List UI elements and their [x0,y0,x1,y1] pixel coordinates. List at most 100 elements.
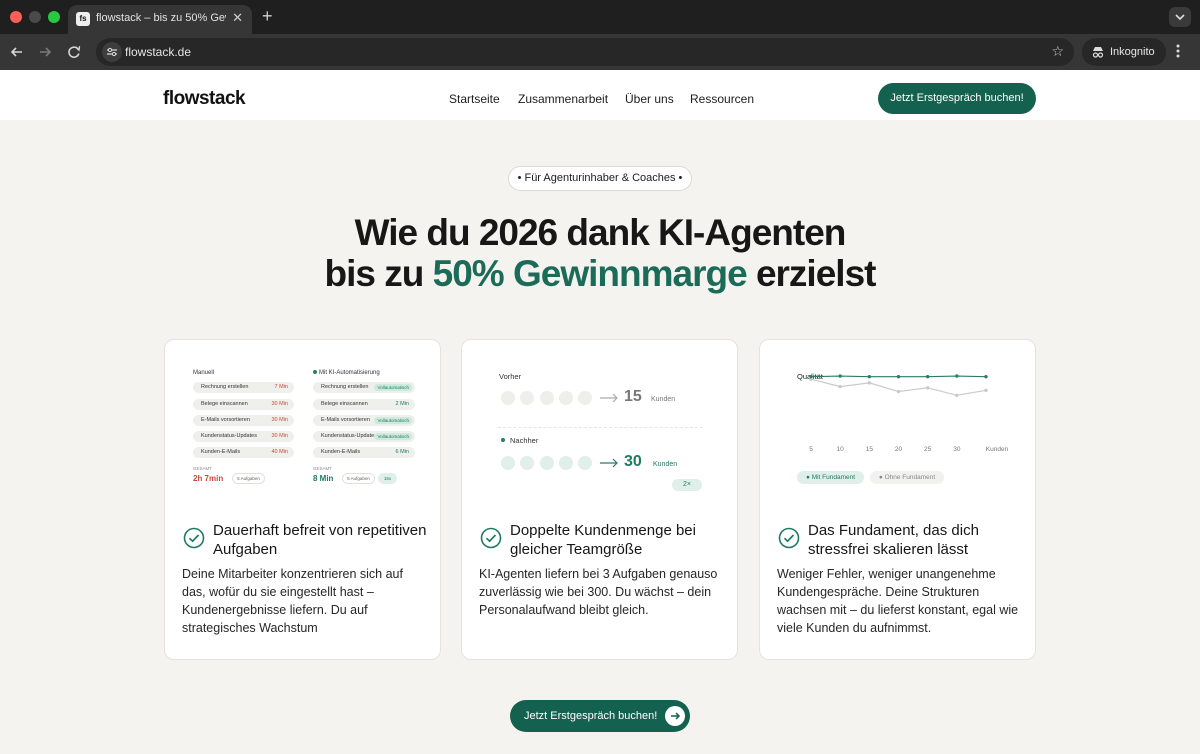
tab-close-icon[interactable]: ✕ [232,10,243,26]
minimize-window-button[interactable] [29,11,41,23]
manual-task-row: Kundenstatus-Updates 30 Min [193,431,294,442]
series-point [955,374,959,378]
feature-card-scaling: Vorher 15 Kunden Nachher 30 Kunden 2× Do… [461,339,738,660]
hero-title: Wie du 2026 dank KI-Agenten bis zu 50% G… [200,212,1000,294]
legend-label: Mit Fundament [811,474,856,481]
task-name: Kunden-E-Mails [321,449,361,455]
task-name: Rechnung erstellen [321,384,369,390]
status-dot-icon [501,438,505,442]
favicon-icon: fs [76,12,90,26]
manual-task-count: 5 Aufgaben [232,473,265,484]
logo[interactable]: flowstack [163,88,246,110]
series-point [955,393,959,397]
nav-link-zusammenarbeit[interactable]: Zusammenarbeit [518,92,608,106]
series-point [896,389,901,394]
x-tick-label: 25 [924,446,932,453]
task-name: Rechnung erstellen [201,384,249,390]
arrow-right-icon [600,458,618,468]
series-point [984,388,988,393]
legend-label: Ohne Fundament [884,474,936,481]
site-info-button[interactable] [102,42,122,62]
incognito-indicator[interactable]: Inkognito [1082,38,1166,66]
arrow-right-icon [600,393,618,403]
legend-item-mit-fundament: ● Mit Fundament [797,471,864,484]
url-text: flowstack.de [125,45,192,59]
tab-search-button[interactable] [1169,7,1191,27]
audience-badge: • Für Agenturinhaber & Coaches • [508,166,692,191]
chevron-down-icon [1175,14,1185,21]
series-point [896,374,901,379]
arrow-right-icon [665,706,685,726]
feature-card-foundation: Qualität Kunden 51015202530 ● Mit Fundam… [759,339,1036,660]
x-tick-label: 10 [837,446,845,453]
auto-time-badge: Vollautomatisch [374,433,412,440]
auto-total-label: GESAMT [313,466,333,471]
more-menu-icon[interactable] [1176,43,1180,59]
card-title: Doppelte Kundenmenge bei gleicher Teamgr… [510,522,696,558]
auto-task-row: Kundenstatus-Updates Vollautomatisch [313,431,415,442]
check-circle-icon [778,527,800,549]
divider [498,427,703,428]
browser-tab-strip: fs flowstack – bis zu 50% Gewinnmarge ✕ … [0,0,1200,34]
auto-task-row: Rechnung erstellen Vollautomatisch [313,382,415,393]
task-name: Belege einscannen [321,401,368,407]
incognito-icon [1092,47,1104,58]
address-bar[interactable]: flowstack.de ☆ [96,38,1074,66]
series-point [809,374,813,379]
manual-time: 40 Min [271,449,288,455]
card-body: Deine Mitarbeiter konzentrieren sich auf… [182,567,403,635]
manual-task-row: E-Mails vorsortieren 30 Min [193,415,294,426]
forward-arrow-icon[interactable] [36,43,54,61]
client-dot [559,391,573,405]
reload-icon[interactable] [65,43,83,61]
automation-comparison-illustration: Manuell Mit KI-Automatisierung Rechnung … [165,340,440,510]
hero-title-pre: bis zu [324,253,433,294]
x-tick-label: 15 [866,446,874,453]
maximize-window-button[interactable] [48,11,60,23]
auto-time-badge: Vollautomatisch [374,384,412,391]
close-window-button[interactable] [10,11,22,23]
nav-link-startseite[interactable]: Startseite [449,92,500,106]
header-cta-button[interactable]: Jetzt Erstgespräch buchen! [878,83,1036,114]
client-dot [559,456,573,470]
before-unit: Kunden [651,396,676,403]
back-arrow-icon[interactable] [8,43,26,61]
speedup-badge: 16x [378,473,397,484]
tune-icon [107,47,117,57]
tab-title: flowstack – bis zu 50% Gewinnmarge [96,12,226,24]
manual-task-row: Kunden-E-Mails 40 Min [193,447,294,458]
after-unit: Kunden [653,461,678,468]
bookmark-star-icon[interactable]: ☆ [1051,43,1064,60]
auto-time: 6 Min [395,449,409,455]
task-name: Belege einscannen [201,401,248,407]
task-name: Kundenstatus-Updates [321,433,377,439]
nav-link-ueber-uns[interactable]: Über uns [625,92,674,106]
auto-column-label: Mit KI-Automatisierung [319,370,380,376]
client-dot [578,456,592,470]
x-tick-label: 5 [809,446,813,453]
task-name: E-Mails vorsortieren [321,417,370,423]
manual-task-row: Belege einscannen 30 Min [193,399,294,410]
bottom-cta-label: Jetzt Erstgespräch buchen! [524,710,658,722]
task-name: Kunden-E-Mails [201,449,241,455]
x-tick-label: 30 [953,446,961,453]
manual-time: 30 Min [271,417,288,423]
client-capacity-illustration: Vorher 15 Kunden Nachher 30 Kunden 2× [462,340,737,510]
feature-card-automation: Manuell Mit KI-Automatisierung Rechnung … [164,339,441,660]
browser-toolbar: flowstack.de ☆ Inkognito [0,34,1200,70]
x-tick-label: 20 [895,446,903,453]
chart-xlabel: Kunden [986,446,1009,453]
browser-tab-active[interactable]: fs flowstack – bis zu 50% Gewinnmarge ✕ [68,5,252,34]
series-point [838,384,842,389]
auto-time: 2 Min [395,401,409,407]
legend-item-ohne-fundament: ● Ohne Fundament [870,471,944,484]
manual-time: 7 Min [274,384,288,390]
auto-total-value: 8 Min [313,474,334,483]
auto-task-row: Belege einscannen 2 Min [313,399,415,410]
bottom-cta-button[interactable]: Jetzt Erstgespräch buchen! [510,700,690,732]
after-label: Nachher [510,436,539,445]
nav-link-ressourcen[interactable]: Ressourcen [690,92,754,106]
new-tab-icon[interactable]: + [262,6,273,26]
auto-task-row: Kunden-E-Mails 6 Min [313,447,415,458]
hero-title-accent: 50% Gewinnmarge [432,253,748,294]
